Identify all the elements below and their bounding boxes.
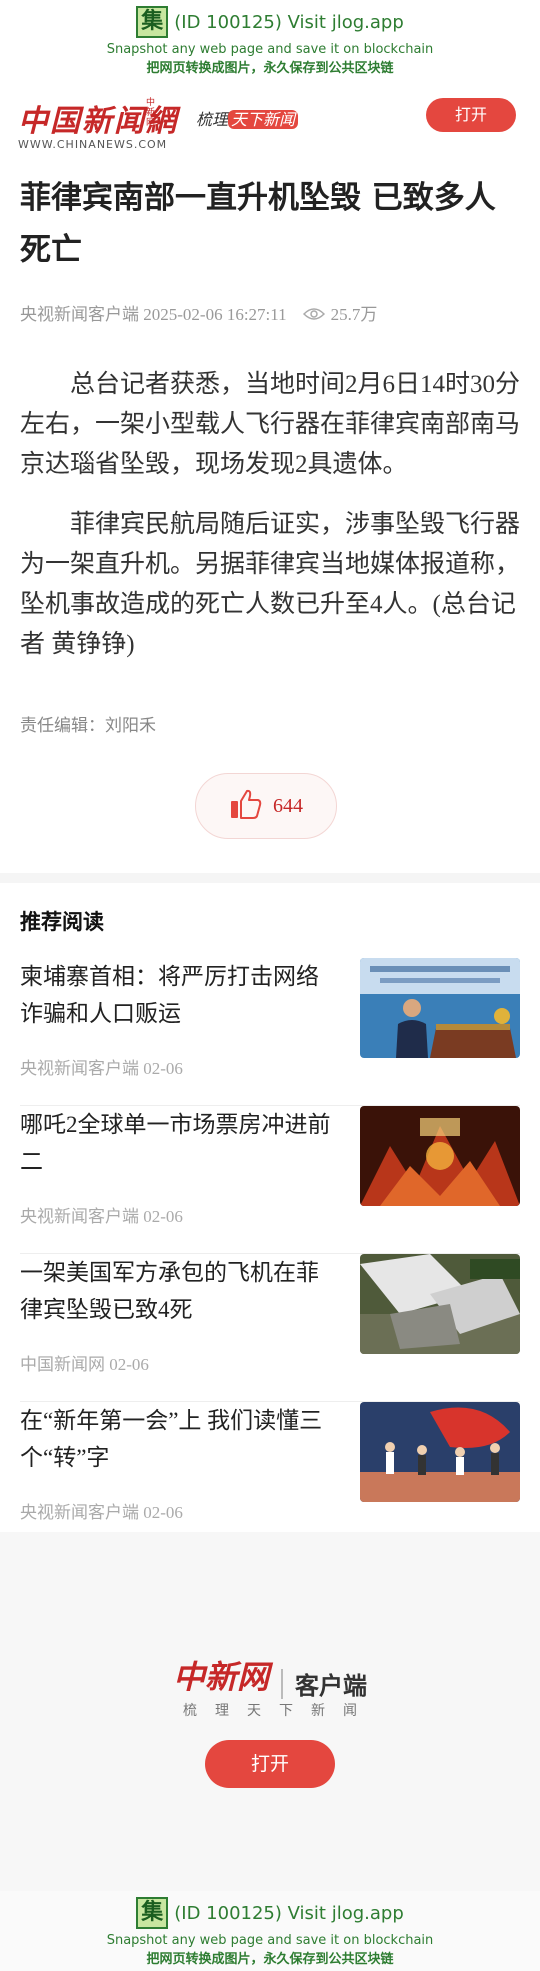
recommend-item-title[interactable]: 在“新年第一会”上 我们读懂三个“转”字: [20, 1402, 340, 1476]
article-source-time: 央视新闻客户端 2025-02-06 16:27:11: [20, 305, 287, 324]
jlog-banner-top[interactable]: 集 (ID 100125) Visit jlog.app Snapshot an…: [0, 0, 540, 80]
recommend-item-source: 央视新闻客户端 02-06: [20, 1503, 183, 1522]
thumbs-up-icon: [229, 788, 263, 824]
footer-logo-divider: [281, 1668, 283, 1699]
article-paragraph: 总台记者获悉，当地时间2月6日14时30分左右，一架小型载人飞行器在菲律宾南部南…: [20, 371, 521, 478]
recommend-item[interactable]: 哪吒2全球单一市场票房冲进前二 央视新闻客户端 02-06: [20, 1106, 520, 1254]
jlog-tagline-en: Snapshot any web page and save it on blo…: [106, 1933, 434, 1948]
recommend-item-title[interactable]: 一架美国军方承包的飞机在菲律宾坠毁已致4死: [20, 1254, 340, 1328]
footer-app-label: 客户端: [295, 1672, 367, 1700]
footer-open-app-button[interactable]: 打开: [205, 1740, 335, 1788]
jlog-logo-icon: 集: [136, 6, 169, 38]
slogan-highlight: 天下新闻: [228, 110, 299, 129]
logo-small-text: 中新网: [146, 98, 156, 128]
recommend-item-source: 央视新闻客户端 02-06: [20, 1207, 183, 1226]
jlog-tagline-en: Snapshot any web page and save it on blo…: [106, 42, 434, 57]
section-divider: [0, 873, 540, 883]
header-slogan: 梳理 天下新闻: [196, 106, 299, 130]
jlog-banner-bottom[interactable]: 集 (ID 100125) Visit jlog.app Snapshot an…: [0, 1891, 540, 1971]
jlog-logo-icon: 集: [136, 1897, 169, 1929]
recommend-item[interactable]: 在“新年第一会”上 我们读懂三个“转”字 央视新闻客户端 02-06: [20, 1402, 520, 1550]
recommend-item[interactable]: 柬埔寨首相：将严厉打击网络诈骗和人口贩运 央视新闻客户端 02-06: [20, 958, 520, 1106]
footer-logo-cn: 中新网: [172, 1658, 269, 1696]
jlog-tagline-cn: 把网页转换成图片，永久保存到公共区块链: [146, 61, 394, 76]
open-app-button[interactable]: 打开: [426, 98, 516, 132]
site-header: 中国新闻網 WWW.CHINANEWS.COM 中新网 梳理 天下新闻 打开: [0, 90, 540, 152]
app-promo-footer: 中新网 客户端 梳理天下新闻 打开: [0, 1532, 540, 1892]
recommend-item-title[interactable]: 柬埔寨首相：将严厉打击网络诈骗和人口贩运: [20, 958, 340, 1032]
recommend-heading: 推荐阅读: [20, 910, 104, 934]
recommend-item-source: 中国新闻网 02-06: [20, 1355, 149, 1374]
responsible-editor: 责任编辑：刘阳禾: [20, 716, 156, 736]
logo-text-en: WWW.CHINANEWS.COM: [18, 138, 168, 151]
view-count: 25.7万: [330, 305, 378, 324]
footer-logo: 中新网 客户端: [0, 1652, 540, 1701]
article-meta: 央视新闻客户端 2025-02-06 16:27:11 25.7万: [20, 300, 377, 325]
eye-icon: [302, 306, 325, 320]
footer-slogan: 梳理天下新闻: [183, 1703, 375, 1719]
article-paragraph: 菲律宾民航局随后证实，涉事坠毁飞行器为一架直升机。另据菲律宾当地媒体报道称，坠机…: [20, 511, 521, 658]
recommend-item-title[interactable]: 哪吒2全球单一市场票房冲进前二: [20, 1106, 340, 1180]
recommend-item-source: 央视新闻客户端 02-06: [20, 1059, 183, 1078]
like-count: 644: [273, 794, 303, 817]
article-title: 菲律宾南部一直升机坠毁 已致多人死亡: [20, 180, 496, 268]
jlog-link[interactable]: (ID 100125) Visit jlog.app: [174, 1903, 404, 1924]
jlog-tagline-cn: 把网页转换成图片，永久保存到公共区块链: [146, 1952, 394, 1967]
like-button[interactable]: 644: [195, 773, 337, 839]
jlog-link[interactable]: (ID 100125) Visit jlog.app: [174, 12, 404, 33]
recommend-item[interactable]: 一架美国军方承包的飞机在菲律宾坠毁已致4死 中国新闻网 02-06: [20, 1254, 520, 1402]
recommend-item-thumbnail[interactable]: [360, 1106, 520, 1206]
recommend-item-thumbnail[interactable]: [360, 958, 520, 1058]
recommend-item-thumbnail[interactable]: [360, 1254, 520, 1354]
recommend-item-thumbnail[interactable]: [360, 1402, 520, 1502]
slogan-prefix: 梳理: [196, 110, 229, 129]
